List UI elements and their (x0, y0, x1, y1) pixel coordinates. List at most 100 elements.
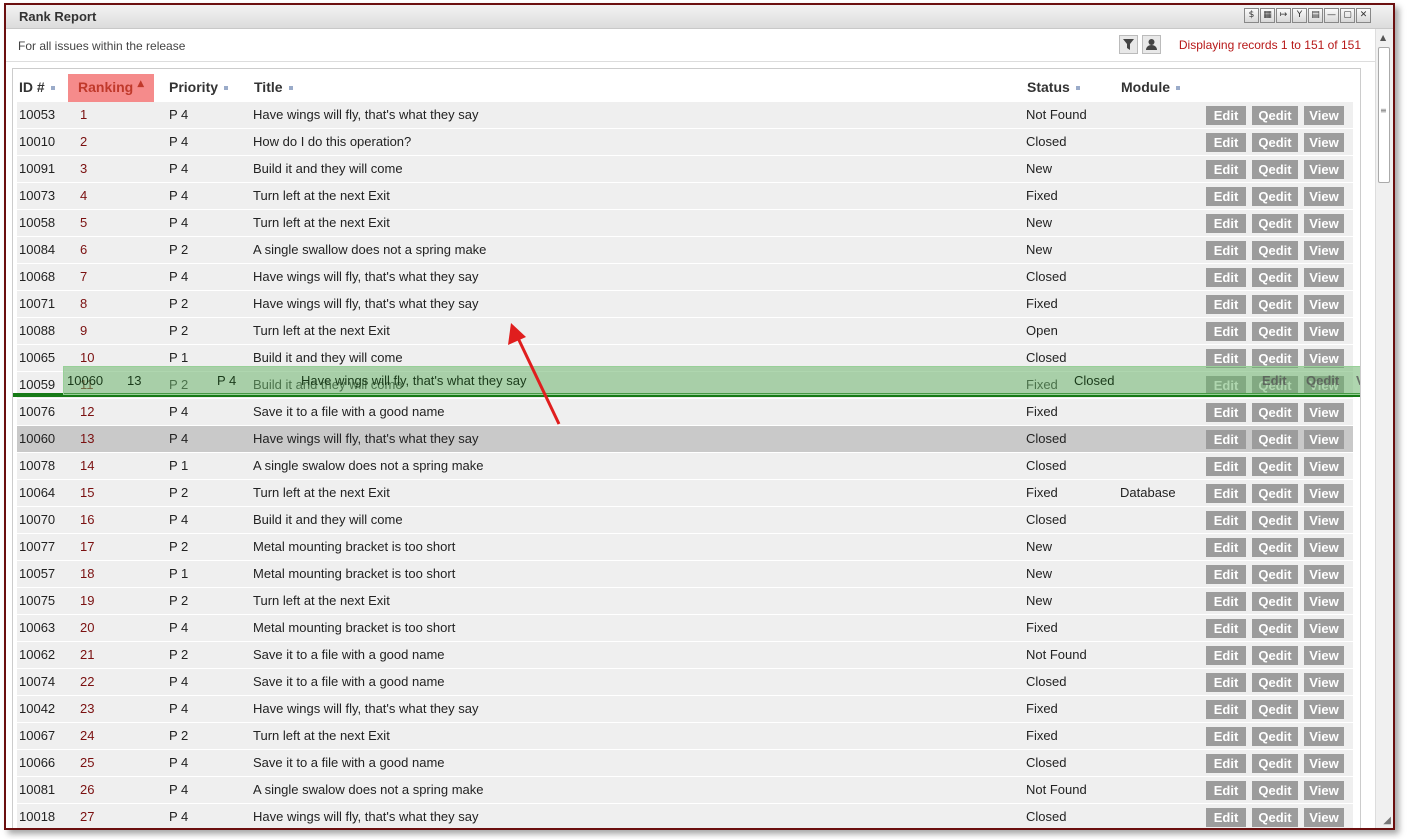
qedit-button[interactable]: Qedit (1252, 700, 1298, 719)
view-button[interactable]: View (1304, 754, 1344, 773)
scroll-thumb[interactable]: ≡ (1378, 47, 1390, 183)
qedit-button[interactable]: Qedit (1252, 511, 1298, 530)
print-icon[interactable]: ▤ (1308, 8, 1323, 23)
table-row[interactable]: 10067 24 P 2 Turn left at the next Exit Fixe… (17, 723, 1353, 750)
user-icon[interactable] (1142, 35, 1161, 54)
header-title[interactable]: Title (254, 79, 293, 95)
qedit-button[interactable]: Qedit (1252, 808, 1298, 827)
table-row[interactable]: 10084 6 P 2 A single swallow does not a spr… (17, 237, 1353, 264)
table-row[interactable]: 10062 21 P 2 Save it to a file with a good … (17, 642, 1353, 669)
minimize-icon[interactable]: — (1324, 8, 1339, 23)
edit-button[interactable]: Edit (1206, 646, 1246, 665)
table-row[interactable]: 10066 25 P 4 Save it to a file with a good … (17, 750, 1353, 777)
view-button[interactable]: View (1304, 727, 1344, 746)
view-button[interactable]: View (1304, 808, 1344, 827)
resize-grip-icon[interactable]: ◢ (1383, 815, 1391, 826)
edit-button[interactable]: Edit (1206, 754, 1246, 773)
qedit-button[interactable]: Qedit (1252, 322, 1298, 341)
edit-button[interactable]: Edit (1206, 268, 1246, 287)
edit-button[interactable]: Edit (1206, 619, 1246, 638)
edit-button[interactable]: Edit (1206, 592, 1246, 611)
view-button[interactable]: View (1304, 322, 1344, 341)
table-row[interactable]: 10042 23 P 4 Have wings will fly, that's wh… (17, 696, 1353, 723)
qedit-button[interactable]: Qedit (1252, 214, 1298, 233)
view-button[interactable]: View (1304, 700, 1344, 719)
table-row[interactable]: 10078 14 P 1 A single swalow does not a spr… (17, 453, 1353, 480)
qedit-button[interactable]: Qedit (1252, 592, 1298, 611)
table-row[interactable]: 10091 3 P 4 Build it and they will come New E… (17, 156, 1353, 183)
filter-icon[interactable] (1119, 35, 1138, 54)
header-ranking[interactable]: Ranking ▲ (78, 79, 144, 95)
qedit-button[interactable]: Qedit (1252, 538, 1298, 557)
view-button[interactable]: View (1304, 214, 1344, 233)
table-row[interactable]: 10073 4 P 4 Turn left at the next Exit Fixed… (17, 183, 1353, 210)
qedit-button[interactable]: Qedit (1252, 241, 1298, 260)
qedit-button[interactable]: Qedit (1252, 133, 1298, 152)
table-row[interactable]: 10088 9 P 2 Turn left at the next Exit Open E… (17, 318, 1353, 345)
table-row[interactable]: 10081 26 P 4 A single swalow does not a spr… (17, 777, 1353, 804)
table-row[interactable]: 10063 20 P 4 Metal mounting bracket is too … (17, 615, 1353, 642)
edit-button[interactable]: Edit (1206, 457, 1246, 476)
edit-button[interactable]: Edit (1206, 295, 1246, 314)
view-button[interactable]: View (1304, 133, 1344, 152)
qedit-button[interactable]: Qedit (1252, 403, 1298, 422)
header-priority[interactable]: Priority (169, 79, 229, 95)
view-button[interactable]: View (1304, 592, 1344, 611)
table-row[interactable]: 10070 16 P 4 Build it and they will come Clo… (17, 507, 1353, 534)
table-row[interactable]: 10053 1 P 4 Have wings will fly, that's wha… (17, 102, 1353, 129)
edit-button[interactable]: Edit (1206, 187, 1246, 206)
view-button[interactable]: View (1304, 430, 1344, 449)
maximize-icon[interactable]: ▢ (1340, 8, 1355, 23)
qedit-button[interactable]: Qedit (1252, 106, 1298, 125)
edit-button[interactable]: Edit (1206, 808, 1246, 827)
view-button[interactable]: View (1304, 403, 1344, 422)
header-id[interactable]: ID # (19, 79, 55, 95)
table-row[interactable]: 10077 17 P 2 Metal mounting bracket is too … (17, 534, 1353, 561)
edit-button[interactable]: Edit (1206, 403, 1246, 422)
edit-button[interactable]: Edit (1206, 565, 1246, 584)
forward-icon[interactable]: ↦ (1276, 8, 1291, 23)
edit-button[interactable]: Edit (1206, 673, 1246, 692)
view-button[interactable]: View (1304, 646, 1344, 665)
edit-button[interactable]: Edit (1206, 538, 1246, 557)
edit-button[interactable]: Edit (1206, 133, 1246, 152)
qedit-button[interactable]: Qedit (1252, 565, 1298, 584)
edit-button[interactable]: Edit (1206, 511, 1246, 530)
table-row[interactable]: 10064 15 P 2 Turn left at the next Exit Fixe… (17, 480, 1353, 507)
qedit-button[interactable]: Qedit (1252, 268, 1298, 287)
edit-button[interactable]: Edit (1206, 322, 1246, 341)
view-button[interactable]: View (1304, 673, 1344, 692)
table-row[interactable]: 10057 18 P 1 Metal mounting bracket is too … (17, 561, 1353, 588)
qedit-button[interactable]: Qedit (1252, 754, 1298, 773)
table-row[interactable]: 10058 5 P 4 Turn left at the next Exit New Ed… (17, 210, 1353, 237)
qedit-button[interactable]: Qedit (1252, 430, 1298, 449)
table-row[interactable]: 10018 27 P 4 Have wings will fly, that's wh… (17, 804, 1353, 828)
edit-button[interactable]: Edit (1206, 214, 1246, 233)
view-button[interactable]: View (1304, 484, 1344, 503)
grid-icon[interactable]: ▦ (1260, 8, 1275, 23)
header-module[interactable]: Module (1121, 79, 1180, 95)
qedit-button[interactable]: Qedit (1252, 673, 1298, 692)
view-button[interactable]: View (1304, 619, 1344, 638)
edit-button[interactable]: Edit (1206, 430, 1246, 449)
edit-button[interactable]: Edit (1206, 781, 1246, 800)
view-button[interactable]: View (1304, 106, 1344, 125)
view-button[interactable]: View (1304, 160, 1344, 179)
edit-button[interactable]: Edit (1206, 700, 1246, 719)
qedit-button[interactable]: Qedit (1252, 646, 1298, 665)
qedit-button[interactable]: Qedit (1252, 187, 1298, 206)
view-button[interactable]: View (1304, 538, 1344, 557)
filter-small-icon[interactable]: Y (1292, 8, 1307, 23)
qedit-button[interactable]: Qedit (1252, 160, 1298, 179)
qedit-button[interactable]: Qedit (1252, 781, 1298, 800)
qedit-button[interactable]: Qedit (1252, 619, 1298, 638)
view-button[interactable]: View (1304, 187, 1344, 206)
table-row-selected[interactable]: 10060 13 P 4 Have wings will fly, that's wh… (17, 426, 1353, 453)
view-button[interactable]: View (1304, 295, 1344, 314)
vertical-scrollbar[interactable]: ▲ ≡ (1375, 29, 1393, 828)
header-status[interactable]: Status (1027, 79, 1080, 95)
view-button[interactable]: View (1304, 457, 1344, 476)
qedit-button[interactable]: Qedit (1252, 457, 1298, 476)
view-button[interactable]: View (1304, 268, 1344, 287)
edit-button[interactable]: Edit (1206, 727, 1246, 746)
